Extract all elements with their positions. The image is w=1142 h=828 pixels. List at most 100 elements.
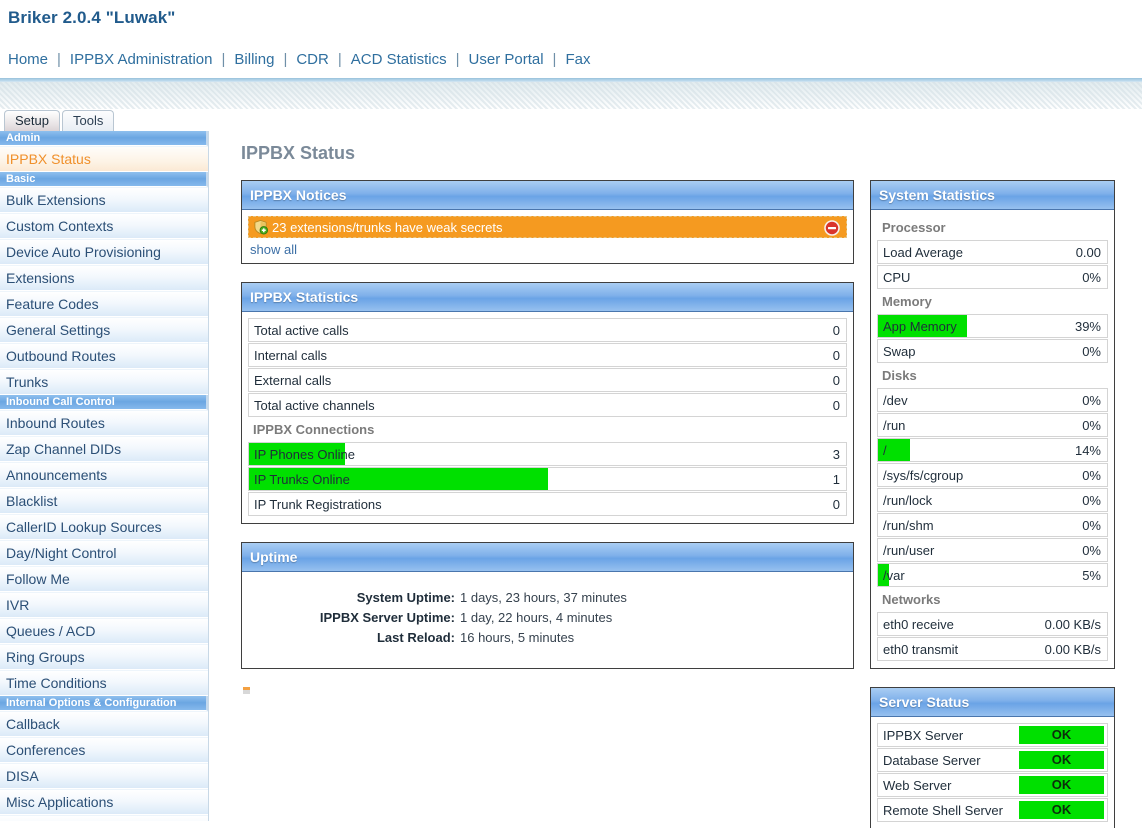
sidebar-section-basic: Basic [0,172,208,187]
nav-separator: | [455,50,460,68]
sidebar-item-callback[interactable]: Callback [0,711,208,737]
stat-label: /run [883,417,906,433]
page-marker-icon [243,687,250,694]
server-status-label: IPPBX Server [883,727,964,743]
stat-value: 0.00 [1075,244,1101,260]
sidebar-item-device-auto-provisioning[interactable]: Device Auto Provisioning [0,239,208,265]
server-status-row-database-server: Database Server OK [877,748,1108,772]
sidebar-item-misc-applications[interactable]: Misc Applications [0,789,208,815]
sidebar-item-custom-contexts[interactable]: Custom Contexts [0,213,208,239]
stat-value: 0.00 KB/s [1044,641,1101,657]
uptime-value: 16 hours, 5 minutes [460,630,575,645]
server-status-row-web-server: Web Server OK [877,773,1108,797]
stat-value: 0% [1082,343,1101,359]
stat-row-run-lock: /run/lock 0% [877,488,1108,512]
stat-label: Swap [883,343,916,359]
sidebar-section-internal-options-configuration: Internal Options & Configuration [0,696,208,711]
stat-row-run: /run 0% [877,413,1108,437]
uptime-label: System Uptime: [356,590,455,605]
stat-row-load-average: Load Average 0.00 [877,240,1108,264]
nav-link-cdr[interactable]: CDR [296,51,329,68]
stat-row-total-active-channels: Total active channels 0 [248,393,847,417]
stat-row-run-shm: /run/shm 0% [877,513,1108,537]
stat-label: External calls [254,372,332,388]
stat-value: 0% [1082,542,1101,558]
stat-label: Load Average [883,244,963,260]
tab-setup[interactable]: Setup [4,110,60,131]
stat-label: IP Phones Online [254,446,355,462]
main-navigation: Home | IPPBX Administration | Billing | CDR | AC… [0,40,1142,78]
sidebar-item-queues-acd[interactable]: Queues / ACD [0,618,208,644]
sidebar-item-outbound-routes[interactable]: Outbound Routes [0,343,208,369]
stat-row-app-memory: App Memory 39% [877,314,1108,338]
stat-row-sys-fs-cgroup: /sys/fs/cgroup 0% [877,463,1108,487]
sidebar-item-trunks[interactable]: Trunks [0,369,208,395]
sidebar-item-ring-groups[interactable]: Ring Groups [0,644,208,670]
stat-label: CPU [883,269,911,285]
ippbx-statistics-panel: IPPBX Statistics Total active calls 0 Inte… [241,282,854,524]
sidebar-item-blacklist[interactable]: Blacklist [0,488,208,514]
uptime-title: Uptime [242,543,853,572]
stat-row-internal-calls: Internal calls 0 [248,343,847,367]
stat-value: 0 [832,496,840,512]
sidebar-item-follow-me[interactable]: Follow Me [0,566,208,592]
uptime-line: Last Reload: 16 hours, 5 minutes [248,630,847,645]
sidebar-item-bulk-extensions[interactable]: Bulk Extensions [0,187,208,213]
uptime-label: Last Reload: [376,630,455,645]
stat-row-eth0-receive: eth0 receive 0.00 KB/s [877,612,1108,636]
nav-link-fax[interactable]: Fax [565,51,590,68]
server-status-badge: OK [1019,776,1104,794]
nav-link-user-portal[interactable]: User Portal [469,51,544,68]
server-status-row-ippbx-server: IPPBX Server OK [877,723,1108,747]
server-status-row-remote-shell-server: Remote Shell Server OK [877,798,1108,822]
show-all-link[interactable]: show all [248,242,847,257]
sidebar-item-misc-destinations[interactable]: Misc Destinations [0,815,208,821]
nav-link-ippbx-administration[interactable]: IPPBX Administration [70,51,213,68]
sidebar-item-day-night-control[interactable]: Day/Night Control [0,540,208,566]
stat-row-root: / 14% [877,438,1108,462]
nav-link-home[interactable]: Home [8,51,48,68]
nav-separator: | [552,50,557,68]
delete-circle-icon[interactable] [824,220,840,236]
sidebar-item-disa[interactable]: DISA [0,763,208,789]
stat-label: / [883,442,887,458]
stat-label: /run/shm [883,517,934,533]
stat-value: 5% [1082,567,1101,583]
stat-row-swap: Swap 0% [877,339,1108,363]
main-content: IPPBX Status IPPBX Notices 23 extensions… [209,131,1142,828]
sidebar-item-general-settings[interactable]: General Settings [0,317,208,343]
nav-link-acd-statistics[interactable]: ACD Statistics [351,51,447,68]
stat-label: Total active calls [254,322,349,338]
stat-value: 0% [1082,417,1101,433]
sidebar-item-time-conditions[interactable]: Time Conditions [0,670,208,696]
stat-row-total-active-calls: Total active calls 0 [248,318,847,342]
sidebar-item-feature-codes[interactable]: Feature Codes [0,291,208,317]
app-title: Briker 2.0.4 "Luwak" [8,8,176,27]
sidebar: Admin IPPBX Status Basic Bulk Extensions Cus… [0,131,209,821]
nav-link-billing[interactable]: Billing [234,51,274,68]
ippbx-notices-panel: IPPBX Notices 23 extensions/trunks have … [241,180,854,264]
sidebar-item-inbound-routes[interactable]: Inbound Routes [0,410,208,436]
stat-label: /run/lock [883,492,933,508]
stat-row-ip-phones-online: IP Phones Online 3 [248,442,847,466]
sidebar-section-inbound-call-control: Inbound Call Control [0,395,208,410]
left-column: IPPBX Notices 23 extensions/trunks have … [241,180,854,694]
system-statistics-title: System Statistics [871,181,1114,210]
stat-row-run-user: /run/user 0% [877,538,1108,562]
ippbx-notices-body: 23 extensions/trunks have weak secrets sh… [242,210,853,263]
server-status-panel: Server Status IPPBX Server OK Database Ser… [870,687,1115,828]
sidebar-item-announcements[interactable]: Announcements [0,462,208,488]
sidebar-item-callerid-lookup-sources[interactable]: CallerID Lookup Sources [0,514,208,540]
sidebar-item-ivr[interactable]: IVR [0,592,208,618]
sidebar-item-extensions[interactable]: Extensions [0,265,208,291]
sidebar-section-admin: Admin [0,131,208,146]
stat-label: App Memory [883,318,957,334]
server-status-badge: OK [1019,801,1104,819]
stat-value: 0 [832,347,840,363]
sidebar-item-zap-channel-dids[interactable]: Zap Channel DIDs [0,436,208,462]
sidebar-item-conferences[interactable]: Conferences [0,737,208,763]
tab-tools[interactable]: Tools [61,110,115,131]
stat-row-external-calls: External calls 0 [248,368,847,392]
uptime-line: System Uptime: 1 days, 23 hours, 37 minut… [248,590,847,605]
sidebar-item-ippbx-status[interactable]: IPPBX Status [0,146,208,172]
